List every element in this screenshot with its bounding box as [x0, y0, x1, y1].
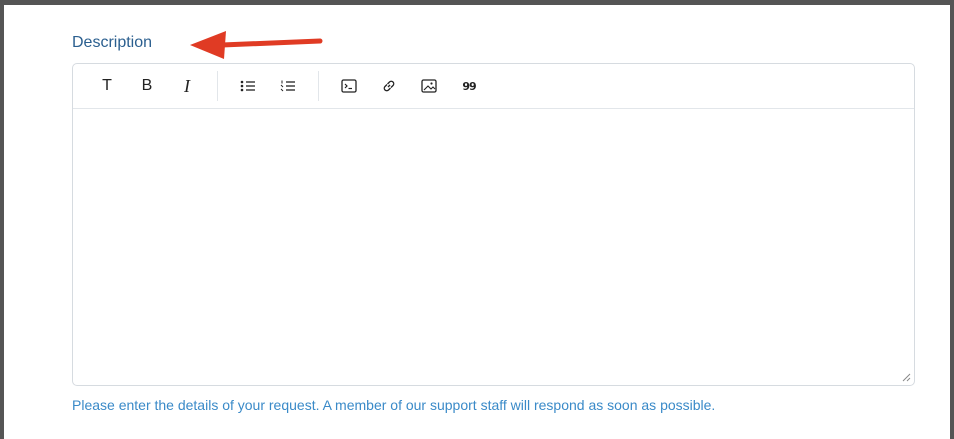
- image-button[interactable]: [409, 70, 449, 102]
- italic-button[interactable]: I: [167, 70, 207, 102]
- link-icon: [383, 80, 395, 92]
- toolbar-divider: [217, 71, 218, 101]
- numbered-list-button[interactable]: [268, 70, 308, 102]
- text-style-button[interactable]: T: [87, 70, 127, 102]
- annotation-arrow-icon: [190, 31, 323, 59]
- quote-button[interactable]: 99: [449, 70, 489, 102]
- code-icon: [341, 79, 357, 93]
- link-button[interactable]: [369, 70, 409, 102]
- screenshot-frame: Description T B I 99 Please enter the de…: [0, 0, 954, 439]
- bulleted-list-icon: [240, 80, 255, 92]
- quote-icon: 99: [462, 79, 476, 93]
- editor-toolbar: T B I 99: [73, 64, 914, 109]
- resize-handle-icon[interactable]: [901, 372, 911, 382]
- toolbar-divider: [318, 71, 319, 101]
- description-editor: T B I 99: [72, 63, 915, 386]
- help-text: Please enter the details of your request…: [72, 397, 716, 413]
- image-icon: [421, 79, 437, 93]
- numbered-list-icon: [280, 80, 295, 92]
- editor-content-area[interactable]: [73, 110, 914, 385]
- bold-button[interactable]: B: [127, 70, 167, 102]
- bulleted-list-button[interactable]: [228, 70, 268, 102]
- code-button[interactable]: [329, 70, 369, 102]
- description-label: Description: [72, 34, 153, 51]
